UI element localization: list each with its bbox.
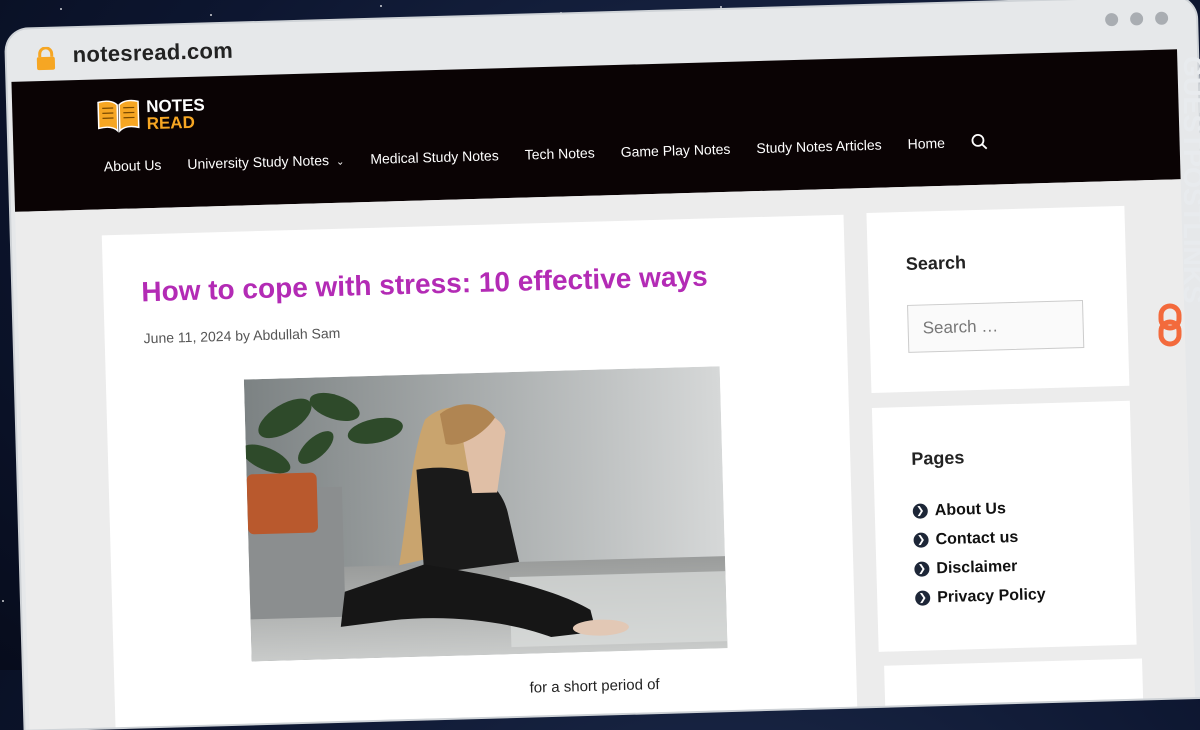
- nav-university-study-notes[interactable]: University Study Notes ⌄: [187, 152, 344, 172]
- chevron-right-icon: ❯: [912, 503, 928, 519]
- pages-item-contact-us[interactable]: ❯ Contact us: [913, 522, 1044, 555]
- article-card: How to cope with stress: 10 effective wa…: [101, 214, 859, 730]
- search-icon[interactable]: [971, 133, 989, 151]
- url-text[interactable]: notesread.com: [72, 38, 233, 68]
- chevron-down-icon: ⌄: [335, 156, 345, 168]
- chain-link-icon: [1158, 303, 1182, 347]
- chevron-right-icon: ❯: [914, 561, 930, 577]
- pages-widget: Pages ❯ About Us ❯ Contact us ❯ Disclaimer …: [871, 400, 1137, 652]
- dot-icon: [1129, 12, 1144, 26]
- nav-game-play-notes[interactable]: Game Play Notes: [620, 141, 730, 160]
- pages-item-label: About Us: [934, 499, 1007, 519]
- post-date[interactable]: June 11, 2024: [143, 328, 231, 346]
- chevron-right-icon: ❯: [915, 590, 931, 606]
- article-meta: June 11, 2024 by Abdullah Sam: [143, 325, 340, 346]
- nav-label: University Study Notes: [187, 152, 330, 172]
- pages-item-label: Contact us: [935, 528, 1019, 548]
- pages-item-label: Disclaimer: [936, 557, 1018, 577]
- site-logo[interactable]: NOTES READ: [96, 88, 212, 141]
- by-label: by: [235, 327, 251, 344]
- pages-item-about-us[interactable]: ❯ About Us: [912, 493, 1043, 526]
- search-widget: Search: [866, 205, 1130, 393]
- nav-study-notes-articles[interactable]: Study Notes Articles: [756, 137, 882, 156]
- pages-item-label: Privacy Policy: [936, 585, 1046, 606]
- pages-item-privacy-policy[interactable]: ❯ Privacy Policy: [915, 580, 1046, 613]
- author-link[interactable]: Abdullah Sam: [253, 325, 341, 343]
- pages-widget-title: Pages: [911, 447, 965, 469]
- next-widget: [884, 658, 1144, 706]
- browser-window: notesread.com NOTES READ About Us Univer…: [6, 0, 1200, 730]
- dot-icon: [1154, 11, 1169, 25]
- featured-image: [243, 366, 728, 662]
- main-nav: About Us University Study Notes ⌄ Medical…: [104, 133, 990, 176]
- nav-home[interactable]: Home: [907, 135, 945, 152]
- pages-item-disclaimer[interactable]: ❯ Disclaimer: [914, 551, 1045, 584]
- nav-about-us[interactable]: About Us: [104, 157, 162, 175]
- window-menu-dots[interactable]: [1104, 11, 1169, 27]
- lock-icon: [36, 46, 56, 71]
- search-widget-title: Search: [905, 252, 967, 274]
- book-icon: [97, 99, 140, 133]
- guestpostlinks-watermark: GUESTPOSTLINKS: [1158, 56, 1200, 347]
- watermark-text: GUESTPOSTLINKS: [1178, 56, 1200, 304]
- nav-tech-notes[interactable]: Tech Notes: [524, 145, 594, 163]
- dot-icon: [1104, 12, 1119, 27]
- nav-medical-study-notes[interactable]: Medical Study Notes: [370, 147, 499, 167]
- chevron-right-icon: ❯: [913, 532, 929, 548]
- article-title[interactable]: How to cope with stress: 10 effective wa…: [141, 261, 708, 309]
- article-teaser: for a short period of: [529, 676, 660, 697]
- search-input[interactable]: [907, 300, 1085, 353]
- pages-list: ❯ About Us ❯ Contact us ❯ Disclaimer ❯ Priva…: [912, 493, 1046, 613]
- logo-line2: READ: [146, 112, 196, 134]
